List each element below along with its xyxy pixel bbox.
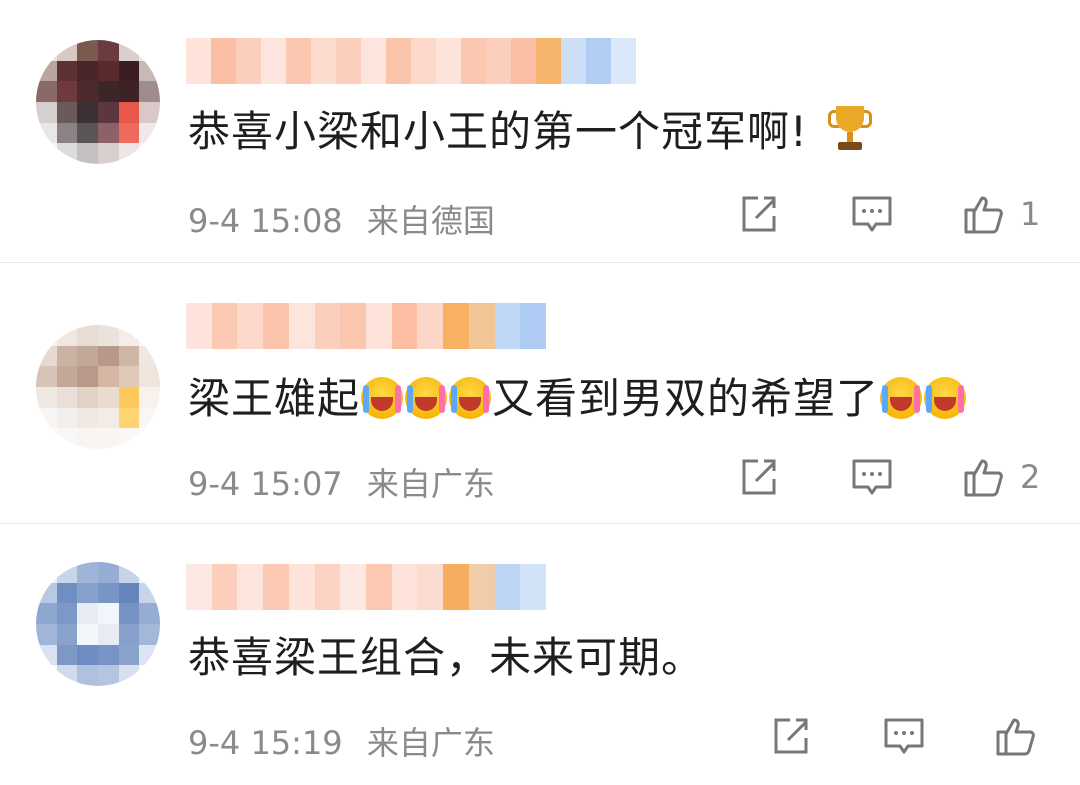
like-button[interactable] bbox=[994, 714, 1038, 758]
comment-text: 恭喜小梁和小王的第一个冠军啊! bbox=[188, 104, 872, 160]
share-button[interactable] bbox=[768, 714, 812, 758]
username-blurred[interactable] bbox=[186, 564, 546, 610]
comment-icon bbox=[852, 196, 892, 232]
crying-laughing-emoji bbox=[361, 377, 404, 419]
comment-time: 9-4 15:19 bbox=[188, 724, 343, 762]
thumbs-up-icon bbox=[964, 196, 1003, 234]
like-count: 1 bbox=[1020, 195, 1041, 233]
thumbs-up-icon bbox=[964, 459, 1003, 497]
crying-laughing-emoji bbox=[924, 377, 967, 419]
comment-text-part2: 又看到男双的希望了 bbox=[492, 374, 880, 423]
comment-location: 来自广东 bbox=[366, 465, 495, 503]
avatar[interactable] bbox=[36, 325, 160, 449]
share-button[interactable] bbox=[736, 192, 780, 236]
comment-meta: 9-4 15:07 来自广东 bbox=[188, 459, 495, 505]
crying-laughing-emoji bbox=[449, 377, 492, 419]
crying-laughing-emoji bbox=[405, 377, 448, 419]
username-blurred[interactable] bbox=[186, 303, 546, 349]
comment-item: 梁王雄起 又看到男双的希望了 9-4 15:07 来自广东 2 bbox=[0, 263, 1080, 524]
avatar[interactable] bbox=[36, 40, 160, 164]
share-icon bbox=[742, 196, 776, 232]
comment-time: 9-4 15:07 bbox=[188, 465, 343, 503]
reply-button[interactable] bbox=[850, 192, 894, 236]
comment-location: 来自广东 bbox=[366, 724, 495, 762]
comment-time: 9-4 15:08 bbox=[188, 202, 343, 240]
comment-text: 恭喜梁王组合，未来可期。 bbox=[188, 630, 704, 686]
comment-location: 来自德国 bbox=[366, 202, 495, 240]
like-button[interactable]: 1 bbox=[962, 192, 1040, 236]
username-blurred[interactable] bbox=[186, 38, 636, 84]
share-icon bbox=[742, 459, 776, 495]
reply-button[interactable] bbox=[882, 714, 926, 758]
comment-text-part1: 梁王雄起 bbox=[188, 374, 361, 423]
like-count: 2 bbox=[1020, 458, 1041, 496]
reply-button[interactable] bbox=[850, 455, 894, 499]
comment-item: 恭喜小梁和小王的第一个冠军啊! 9-4 15:08 来自德国 1 bbox=[0, 0, 1080, 263]
comment-meta: 9-4 15:08 来自德国 bbox=[188, 196, 495, 242]
trophy-emoji bbox=[827, 104, 872, 154]
comment-text: 梁王雄起 又看到男双的希望了 bbox=[188, 371, 967, 427]
comment-icon bbox=[884, 718, 924, 754]
thumbs-up-icon bbox=[996, 718, 1035, 756]
comment-meta: 9-4 15:19 来自广东 bbox=[188, 718, 495, 764]
share-button[interactable] bbox=[736, 455, 780, 499]
crying-laughing-emoji bbox=[880, 377, 923, 419]
avatar[interactable] bbox=[36, 562, 160, 686]
comment-item: 恭喜梁王组合，未来可期。 9-4 15:19 来自广东 bbox=[0, 524, 1080, 785]
comment-icon bbox=[852, 459, 892, 495]
comment-text-content: 恭喜梁王组合，未来可期。 bbox=[188, 633, 705, 682]
share-icon bbox=[774, 718, 808, 754]
comment-text-content: 恭喜小梁和小王的第一个冠军啊! bbox=[188, 107, 808, 156]
like-button[interactable]: 2 bbox=[962, 455, 1040, 499]
